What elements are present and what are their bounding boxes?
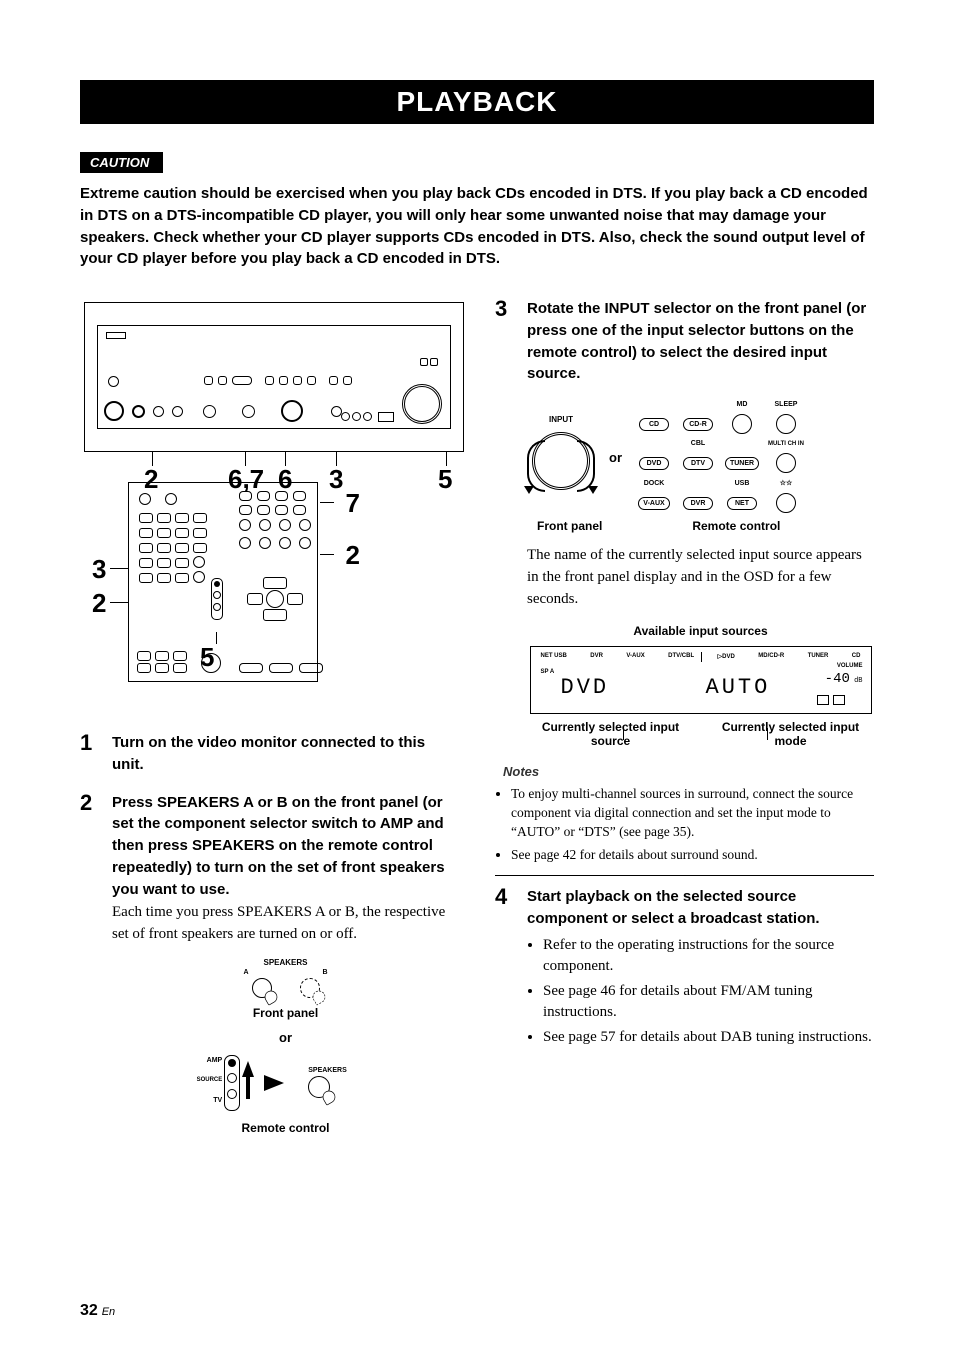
display-panel: NET USB DVR V-AUX DTV/CBL ▷DVD MD/CD-R T… xyxy=(530,646,872,714)
step-3-num: 3 xyxy=(495,298,511,748)
step-3-figure: INPUT or MDSLEEP xyxy=(527,401,874,513)
step-2-num: 2 xyxy=(80,792,96,1135)
page-title: PLAYBACK xyxy=(80,80,874,124)
remote-callout-7: 7 xyxy=(346,488,360,519)
step-3-bold: Rotate the INPUT selector on the front p… xyxy=(527,298,874,385)
notes-list: To enjoy multi-channel sources in surrou… xyxy=(495,785,874,865)
step-1-num: 1 xyxy=(80,732,96,776)
remote-callout-5: 5 xyxy=(200,642,214,673)
step-2-bold: Press SPEAKERS A or B on the front panel… xyxy=(112,792,459,901)
available-sources-heading: Available input sources xyxy=(527,624,874,638)
divider xyxy=(495,875,874,876)
step-4-num: 4 xyxy=(495,886,511,1055)
remote-callout-2r: 2 xyxy=(346,540,360,571)
page-number: 32 En xyxy=(80,1302,115,1320)
step-2-figure: SPEAKERS AB xyxy=(112,958,459,1135)
cap-input-mode: Currently selected input mode xyxy=(721,720,861,748)
front-panel-diagram xyxy=(84,302,464,452)
remote-callout-2l: 2 xyxy=(92,588,106,619)
remote-diagram xyxy=(128,482,318,682)
step-3-plain: The name of the currently selected input… xyxy=(527,545,874,610)
caution-text: Extreme caution should be exercised when… xyxy=(80,183,874,270)
step-4-bullets: Refer to the operating instructions for … xyxy=(527,935,874,1048)
step-4-bold: Start playback on the selected source co… xyxy=(527,886,874,930)
remote-callout-3: 3 xyxy=(92,554,106,585)
cap-input-source: Currently selected input source xyxy=(541,720,681,748)
step-2-plain: Each time you press SPEAKERS A or B, the… xyxy=(112,902,459,946)
notes-heading: Notes xyxy=(503,764,874,779)
step-1-text: Turn on the video monitor connected to t… xyxy=(112,732,459,776)
caution-label: CAUTION xyxy=(80,152,163,173)
